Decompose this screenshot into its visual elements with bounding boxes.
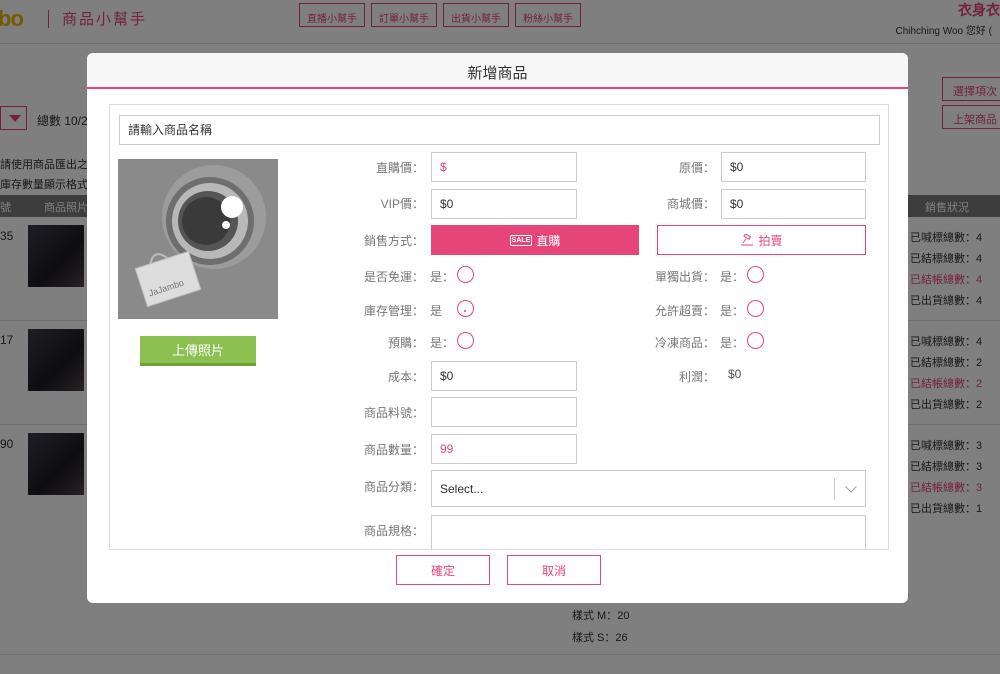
sku-label: 商品料號： xyxy=(363,406,424,420)
profit-label: 利潤： xyxy=(678,370,715,384)
direct-price-label: 直購價： xyxy=(375,161,424,175)
mall-price-input[interactable] xyxy=(721,189,866,219)
single-ship-radio[interactable] xyxy=(747,266,764,283)
profit-value: $0 xyxy=(728,367,742,381)
modal-body: JaJambo 上傳照片 直購價： VIP價： 銷售方式： 是否免運： 是： 庫… xyxy=(109,104,889,550)
sale-method-label: 銷售方式： xyxy=(363,234,424,248)
inventory-yes: 是 xyxy=(430,304,443,318)
auction-label: 拍賣 xyxy=(758,233,783,248)
modal-title: 新增商品 xyxy=(467,65,528,82)
preorder-radio[interactable] xyxy=(457,332,474,349)
oversell-label: 允許超賣： xyxy=(654,304,715,318)
category-label: 商品分類： xyxy=(363,480,424,494)
sku-input[interactable] xyxy=(431,397,577,427)
modal-header: 新增商品 xyxy=(87,53,908,89)
cancel-button[interactable]: 取消 xyxy=(507,555,601,585)
preorder-yes: 是： xyxy=(430,336,455,350)
chevron-down-icon xyxy=(845,481,857,493)
product-photo-placeholder: JaJambo xyxy=(118,159,278,319)
vip-price-input[interactable] xyxy=(431,189,577,219)
inventory-radio[interactable] xyxy=(457,300,474,317)
frozen-yes: 是： xyxy=(720,336,745,350)
preorder-label: 預購： xyxy=(387,336,424,350)
cost-label: 成本： xyxy=(387,370,424,384)
oversell-radio[interactable] xyxy=(747,300,764,317)
add-product-modal: 新增商品 JaJambo 上傳照片 直購價： xyxy=(87,53,908,603)
sale-tag-icon: SALE xyxy=(509,234,533,246)
free-shipping-yes: 是： xyxy=(430,270,455,284)
inventory-label: 庫存管理： xyxy=(363,304,424,318)
select-separator xyxy=(834,478,835,500)
direct-sale-button[interactable]: SALE 直購 xyxy=(431,225,639,255)
gavel-icon xyxy=(741,234,754,246)
direct-price-input[interactable] xyxy=(431,152,577,182)
mall-price-label: 商城價： xyxy=(666,197,715,211)
oversell-yes: 是： xyxy=(720,304,745,318)
free-shipping-label: 是否免運： xyxy=(363,270,424,284)
product-name-input[interactable] xyxy=(119,115,880,145)
direct-sale-label: 直購 xyxy=(536,233,561,248)
upload-photo-button[interactable]: 上傳照片 xyxy=(140,336,256,366)
spec-label: 商品規格： xyxy=(363,524,424,538)
auction-button[interactable]: 拍賣 xyxy=(657,225,866,255)
free-shipping-radio[interactable] xyxy=(457,266,474,283)
vip-price-label: VIP價： xyxy=(380,197,424,211)
confirm-button[interactable]: 確定 xyxy=(396,555,490,585)
camera-logo-icon xyxy=(118,159,278,319)
spec-input[interactable] xyxy=(431,515,866,549)
quantity-input[interactable] xyxy=(431,434,577,464)
category-select-value: Select... xyxy=(440,482,484,496)
single-ship-yes: 是： xyxy=(720,270,745,284)
original-price-input[interactable] xyxy=(721,152,866,182)
frozen-radio[interactable] xyxy=(747,332,764,349)
quantity-label: 商品數量： xyxy=(363,443,424,457)
frozen-label: 冷凍商品： xyxy=(654,336,715,350)
cost-input[interactable] xyxy=(431,361,577,391)
original-price-label: 原價： xyxy=(678,161,715,175)
single-ship-label: 單獨出貨： xyxy=(654,270,715,284)
category-select[interactable]: Select... xyxy=(431,470,866,507)
